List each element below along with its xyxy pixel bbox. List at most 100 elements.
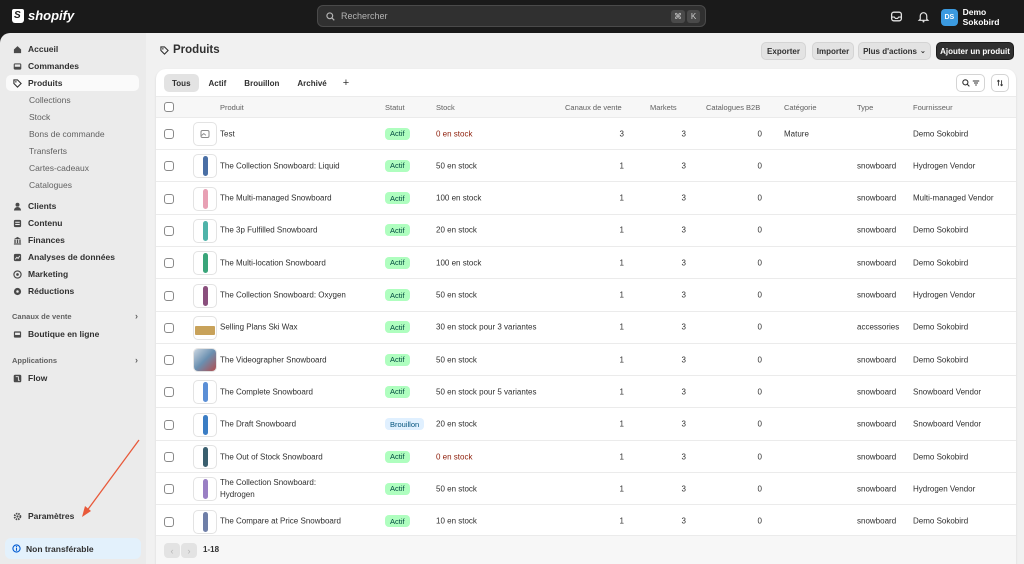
table-row[interactable]: The Multi-managed Snowboard Actif 100 en s… [156,183,1016,215]
export-button[interactable]: Exporter [761,42,806,60]
sidebar-item-flow[interactable]: Flow [6,370,139,386]
bell-icon[interactable] [917,10,930,23]
table-row[interactable]: The Compare at Price Snowboard Actif 10 en… [156,506,1016,538]
product-name[interactable]: The Collection Snowboard: Liquid [220,161,340,170]
table-row[interactable]: The Collection Snowboard: Hydrogen Actif 5… [156,473,1016,506]
row-checkbox[interactable] [164,193,174,204]
tab-draft[interactable]: Brouillon [236,74,287,92]
product-thumbnail[interactable] [193,251,217,276]
product-thumbnail[interactable] [193,122,217,146]
add-view-button[interactable]: + [337,74,355,92]
product-thumbnail[interactable] [193,154,217,179]
product-thumbnail[interactable] [193,186,217,211]
product-thumbnail[interactable] [193,509,217,534]
column-header-vendor[interactable]: Fournisseur [913,103,953,112]
add-product-button[interactable]: Ajouter un produit [936,42,1014,60]
product-name[interactable]: The Draft Snowboard [220,420,296,429]
sidebar-item-accueil[interactable]: Accueil [6,41,139,57]
row-checkbox[interactable] [164,387,174,398]
tab-active[interactable]: Actif [201,74,235,92]
table-row[interactable]: The Multi-location Snowboard Actif 100 en … [156,247,1016,280]
product-thumbnail[interactable] [193,412,217,437]
product-thumbnail[interactable] [193,348,217,373]
select-all-checkbox[interactable] [164,102,174,112]
search-filter-button[interactable] [956,74,985,92]
sidebar-item-finances[interactable]: Finances [6,232,139,248]
table-row[interactable]: Test Actif 0 en stock 3 3 0 Mature Demo Sokobir… [156,118,1016,150]
row-checkbox[interactable] [164,355,174,366]
column-header-markets[interactable]: Markets [650,103,677,112]
row-checkbox[interactable] [164,452,174,462]
sidebar-item-marketing[interactable]: Marketing [6,266,139,282]
product-thumbnail[interactable] [193,283,217,308]
row-checkbox[interactable] [164,290,174,301]
row-checkbox[interactable] [164,129,174,139]
table-row[interactable]: Selling Plans Ski Wax Actif 30 en stock po… [156,312,1016,344]
non-transferable-banner[interactable]: Non transférable [5,538,141,559]
sidebar-item-produits[interactable]: Produits [6,75,139,91]
table-row[interactable]: The 3p Fulfilled Snowboard Actif 20 en sto… [156,215,1016,247]
sidebar-item-discounts[interactable]: Réductions [6,283,139,299]
sidebar-section-apps[interactable]: Applications › [12,355,138,365]
store-menu[interactable]: DS Demo Sokobird [941,7,1024,27]
product-name[interactable]: The Multi-managed Snowboard [220,194,332,203]
sidebar-item-contenu[interactable]: Contenu [6,215,139,231]
product-thumbnail[interactable] [193,445,217,469]
sidebar-subitem-catalogs[interactable]: Catalogues [29,178,72,192]
sidebar-subitem-gift-cards[interactable]: Cartes-cadeaux [29,161,89,175]
product-name[interactable]: The Videographer Snowboard [220,355,327,364]
sidebar-item-online-store[interactable]: Boutique en ligne [6,326,139,342]
sidebar-item-commandes[interactable]: Commandes [6,58,139,74]
sidebar-item-clients[interactable]: Clients [6,198,139,214]
table-row[interactable]: The Collection Snowboard: Oxygen Actif 50 … [156,280,1016,312]
table-row[interactable]: The Complete Snowboard Actif 50 en stock p… [156,376,1016,409]
more-actions-button[interactable]: Plus d'actions ⌄ [858,42,931,60]
sidebar-subitem-purchase-orders[interactable]: Bons de commande [29,127,105,141]
column-header-status[interactable]: Statut [385,103,405,112]
table-row[interactable]: The Collection Snowboard: Liquid Actif 50 … [156,150,1016,183]
product-thumbnail[interactable] [193,380,217,405]
column-header-product[interactable]: Produit [220,103,244,112]
product-name[interactable]: The Collection Snowboard: Oxygen [220,291,346,300]
row-checkbox[interactable] [164,419,174,430]
sidebar-item-settings[interactable]: Paramètres [6,508,139,524]
sidebar-section-sales-channels[interactable]: Canaux de vente › [12,311,138,321]
table-row[interactable]: The Draft Snowboard Brouillon 20 en stock 1… [156,409,1016,441]
column-header-type[interactable]: Type [857,103,873,112]
sort-button[interactable] [991,74,1009,92]
tab-all[interactable]: Tous [164,74,199,92]
sidebar-subitem-transfers[interactable]: Transferts [29,144,67,158]
next-page-button[interactable]: › [181,543,197,558]
row-checkbox[interactable] [164,516,174,527]
inbox-tray-icon[interactable] [890,10,903,23]
shopify-logo[interactable]: shopify [12,8,74,23]
import-button[interactable]: Importer [812,42,854,60]
product-thumbnail[interactable] [193,218,217,243]
search-input[interactable] [341,11,641,21]
product-name[interactable]: The Out of Stock Snowboard [220,452,323,461]
product-thumbnail[interactable] [193,315,217,340]
product-thumbnail[interactable] [193,477,217,502]
row-checkbox[interactable] [164,161,174,172]
row-checkbox[interactable] [164,322,174,333]
row-checkbox[interactable] [164,258,174,269]
column-header-b2b-catalogs[interactable]: Catalogues B2B [706,103,760,112]
table-row[interactable]: The Out of Stock Snowboard Actif 0 en stoc… [156,441,1016,473]
search-bar[interactable]: ⌘ K [317,5,706,27]
product-name[interactable]: Test [220,129,235,138]
row-checkbox[interactable] [164,484,174,495]
product-name[interactable]: The Multi-location Snowboard [220,258,326,267]
product-name[interactable]: The Collection Snowboard: Hydrogen [220,477,335,501]
sidebar-subitem-collections[interactable]: Collections [29,93,71,107]
column-header-stock[interactable]: Stock [436,103,455,112]
previous-page-button[interactable]: ‹ [164,543,180,558]
column-header-category[interactable]: Catégorie [784,103,817,112]
sidebar-item-analytics[interactable]: Analyses de données [6,249,139,265]
sidebar-subitem-stock[interactable]: Stock [29,110,50,124]
product-name[interactable]: The Complete Snowboard [220,387,313,396]
product-name[interactable]: The Compare at Price Snowboard [220,517,341,526]
row-checkbox[interactable] [164,225,174,236]
table-row[interactable]: The Videographer Snowboard Actif 50 en sto… [156,344,1016,377]
product-name[interactable]: The 3p Fulfilled Snowboard [220,226,317,235]
product-name[interactable]: Selling Plans Ski Wax [220,323,298,332]
